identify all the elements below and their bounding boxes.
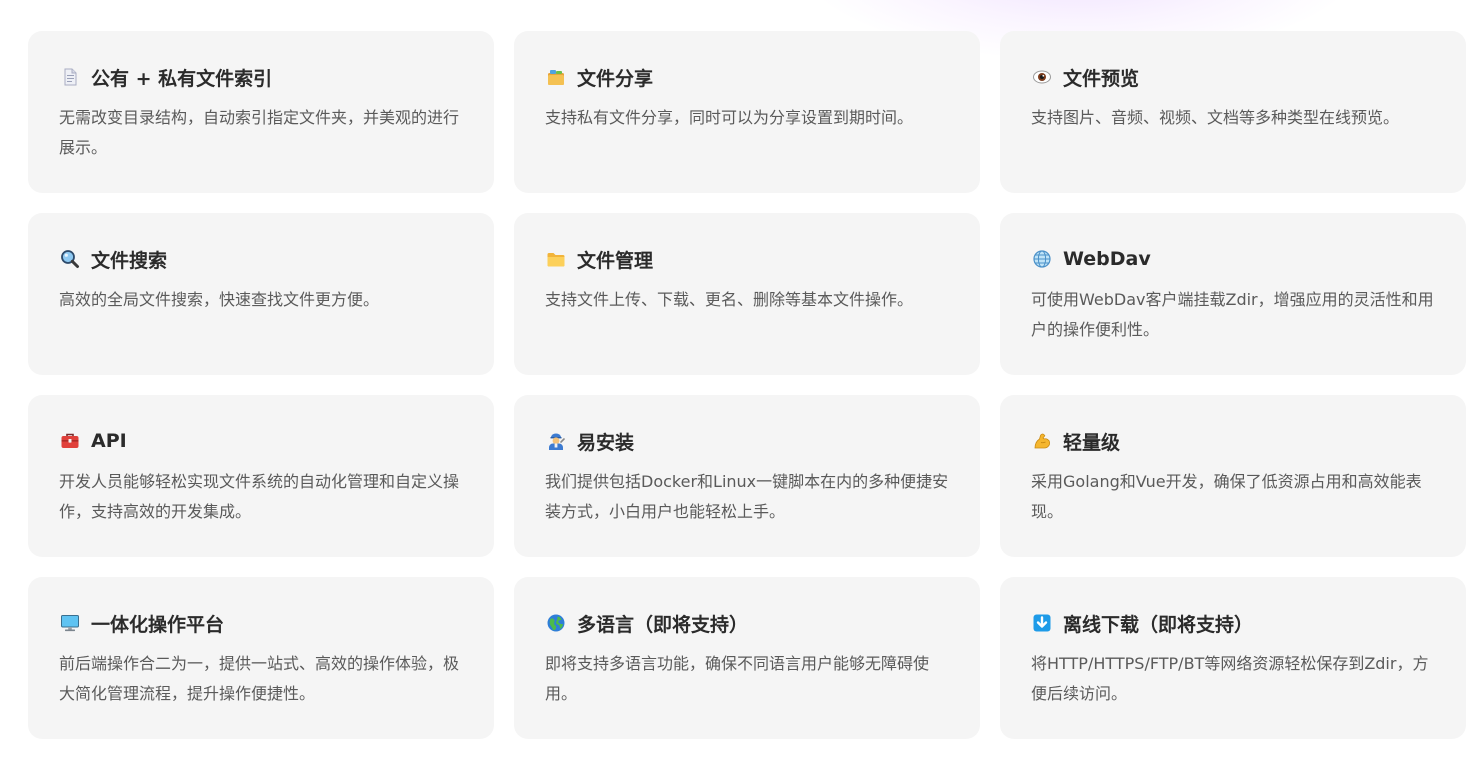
feature-title: 易安装 (577, 431, 635, 454)
magnifier-icon (59, 248, 81, 270)
feature-description: 高效的全局文件搜索，快速查找文件更方便。 (59, 290, 380, 309)
feature-title: 文件搜索 (91, 249, 168, 272)
feature-description: 将HTTP/HTTPS/FTP/BT等网络资源轻松保存到Zdir，方便后续访问。 (1031, 654, 1429, 703)
feature-title: 文件预览 (1063, 67, 1140, 90)
feature-description: 前后端操作合二为一，提供一站式、高效的操作体验，极大简化管理流程，提升操作便捷性… (59, 654, 460, 703)
card-index-dividers-icon (545, 66, 567, 88)
feature-card-install: 易安装 我们提供包括Docker和Linux一键脚本在内的多种便捷安装方式，小白… (514, 395, 980, 557)
features-page: 公有 + 私有文件索引 无需改变目录结构，自动索引指定文件夹，并美观的进行展示。… (0, 0, 1476, 757)
mechanic-icon (545, 430, 567, 452)
feature-card-index: 公有 + 私有文件索引 无需改变目录结构，自动索引指定文件夹，并美观的进行展示。 (28, 31, 494, 193)
feature-card-offline-download: 离线下载（即将支持） 将HTTP/HTTPS/FTP/BT等网络资源轻松保存到Z… (1000, 577, 1466, 739)
feature-card-lightweight: 轻量级 采用Golang和Vue开发，确保了低资源占用和高效能表现。 (1000, 395, 1466, 557)
feature-description: 即将支持多语言功能，确保不同语言用户能够无障碍使用。 (545, 654, 930, 703)
feature-card-search: 文件搜索 高效的全局文件搜索，快速查找文件更方便。 (28, 213, 494, 375)
toolbox-icon (59, 430, 81, 452)
feature-description: 支持文件上传、下载、更名、删除等基本文件操作。 (545, 290, 914, 309)
feature-card-manage: 文件管理 支持文件上传、下载、更名、删除等基本文件操作。 (514, 213, 980, 375)
globe-icon (1031, 248, 1053, 270)
feature-description: 可使用WebDav客户端挂载Zdir，增强应用的灵活性和用户的操作便利性。 (1031, 290, 1434, 339)
feature-description: 支持图片、音频、视频、文档等多种类型在线预览。 (1031, 108, 1400, 127)
document-icon (59, 66, 81, 88)
feature-title: 公有 + 私有文件索引 (91, 67, 273, 90)
feature-description: 开发人员能够轻松实现文件系统的自动化管理和自定义操作，支持高效的开发集成。 (59, 472, 460, 521)
feature-description: 支持私有文件分享，同时可以为分享设置到期时间。 (545, 108, 914, 127)
down-arrow-icon (1031, 612, 1053, 634)
earth-globe-icon (545, 612, 567, 634)
desktop-computer-icon (59, 612, 81, 634)
feature-title: 离线下载（即将支持） (1063, 613, 1254, 636)
feature-title: 轻量级 (1063, 431, 1121, 454)
feature-title: API (91, 430, 127, 452)
feature-card-platform: 一体化操作平台 前后端操作合二为一，提供一站式、高效的操作体验，极大简化管理流程… (28, 577, 494, 739)
folder-icon (545, 248, 567, 270)
features-grid: 公有 + 私有文件索引 无需改变目录结构，自动索引指定文件夹，并美观的进行展示。… (28, 31, 1466, 739)
feature-description: 我们提供包括Docker和Linux一键脚本在内的多种便捷安装方式，小白用户也能… (545, 472, 949, 521)
feature-card-i18n: 多语言（即将支持） 即将支持多语言功能，确保不同语言用户能够无障碍使用。 (514, 577, 980, 739)
eye-icon (1031, 66, 1053, 88)
flexed-arm-icon (1031, 430, 1053, 452)
feature-card-api: API 开发人员能够轻松实现文件系统的自动化管理和自定义操作，支持高效的开发集成… (28, 395, 494, 557)
feature-title: 文件分享 (577, 67, 654, 90)
feature-description: 无需改变目录结构，自动索引指定文件夹，并美观的进行展示。 (59, 108, 460, 157)
feature-card-share: 文件分享 支持私有文件分享，同时可以为分享设置到期时间。 (514, 31, 980, 193)
feature-title: WebDav (1063, 248, 1151, 270)
feature-description: 采用Golang和Vue开发，确保了低资源占用和高效能表现。 (1031, 472, 1422, 521)
feature-card-webdav: WebDav 可使用WebDav客户端挂载Zdir，增强应用的灵活性和用户的操作… (1000, 213, 1466, 375)
feature-title: 一体化操作平台 (91, 613, 225, 636)
feature-card-preview: 文件预览 支持图片、音频、视频、文档等多种类型在线预览。 (1000, 31, 1466, 193)
feature-title: 文件管理 (577, 249, 654, 272)
feature-title: 多语言（即将支持） (577, 613, 749, 636)
